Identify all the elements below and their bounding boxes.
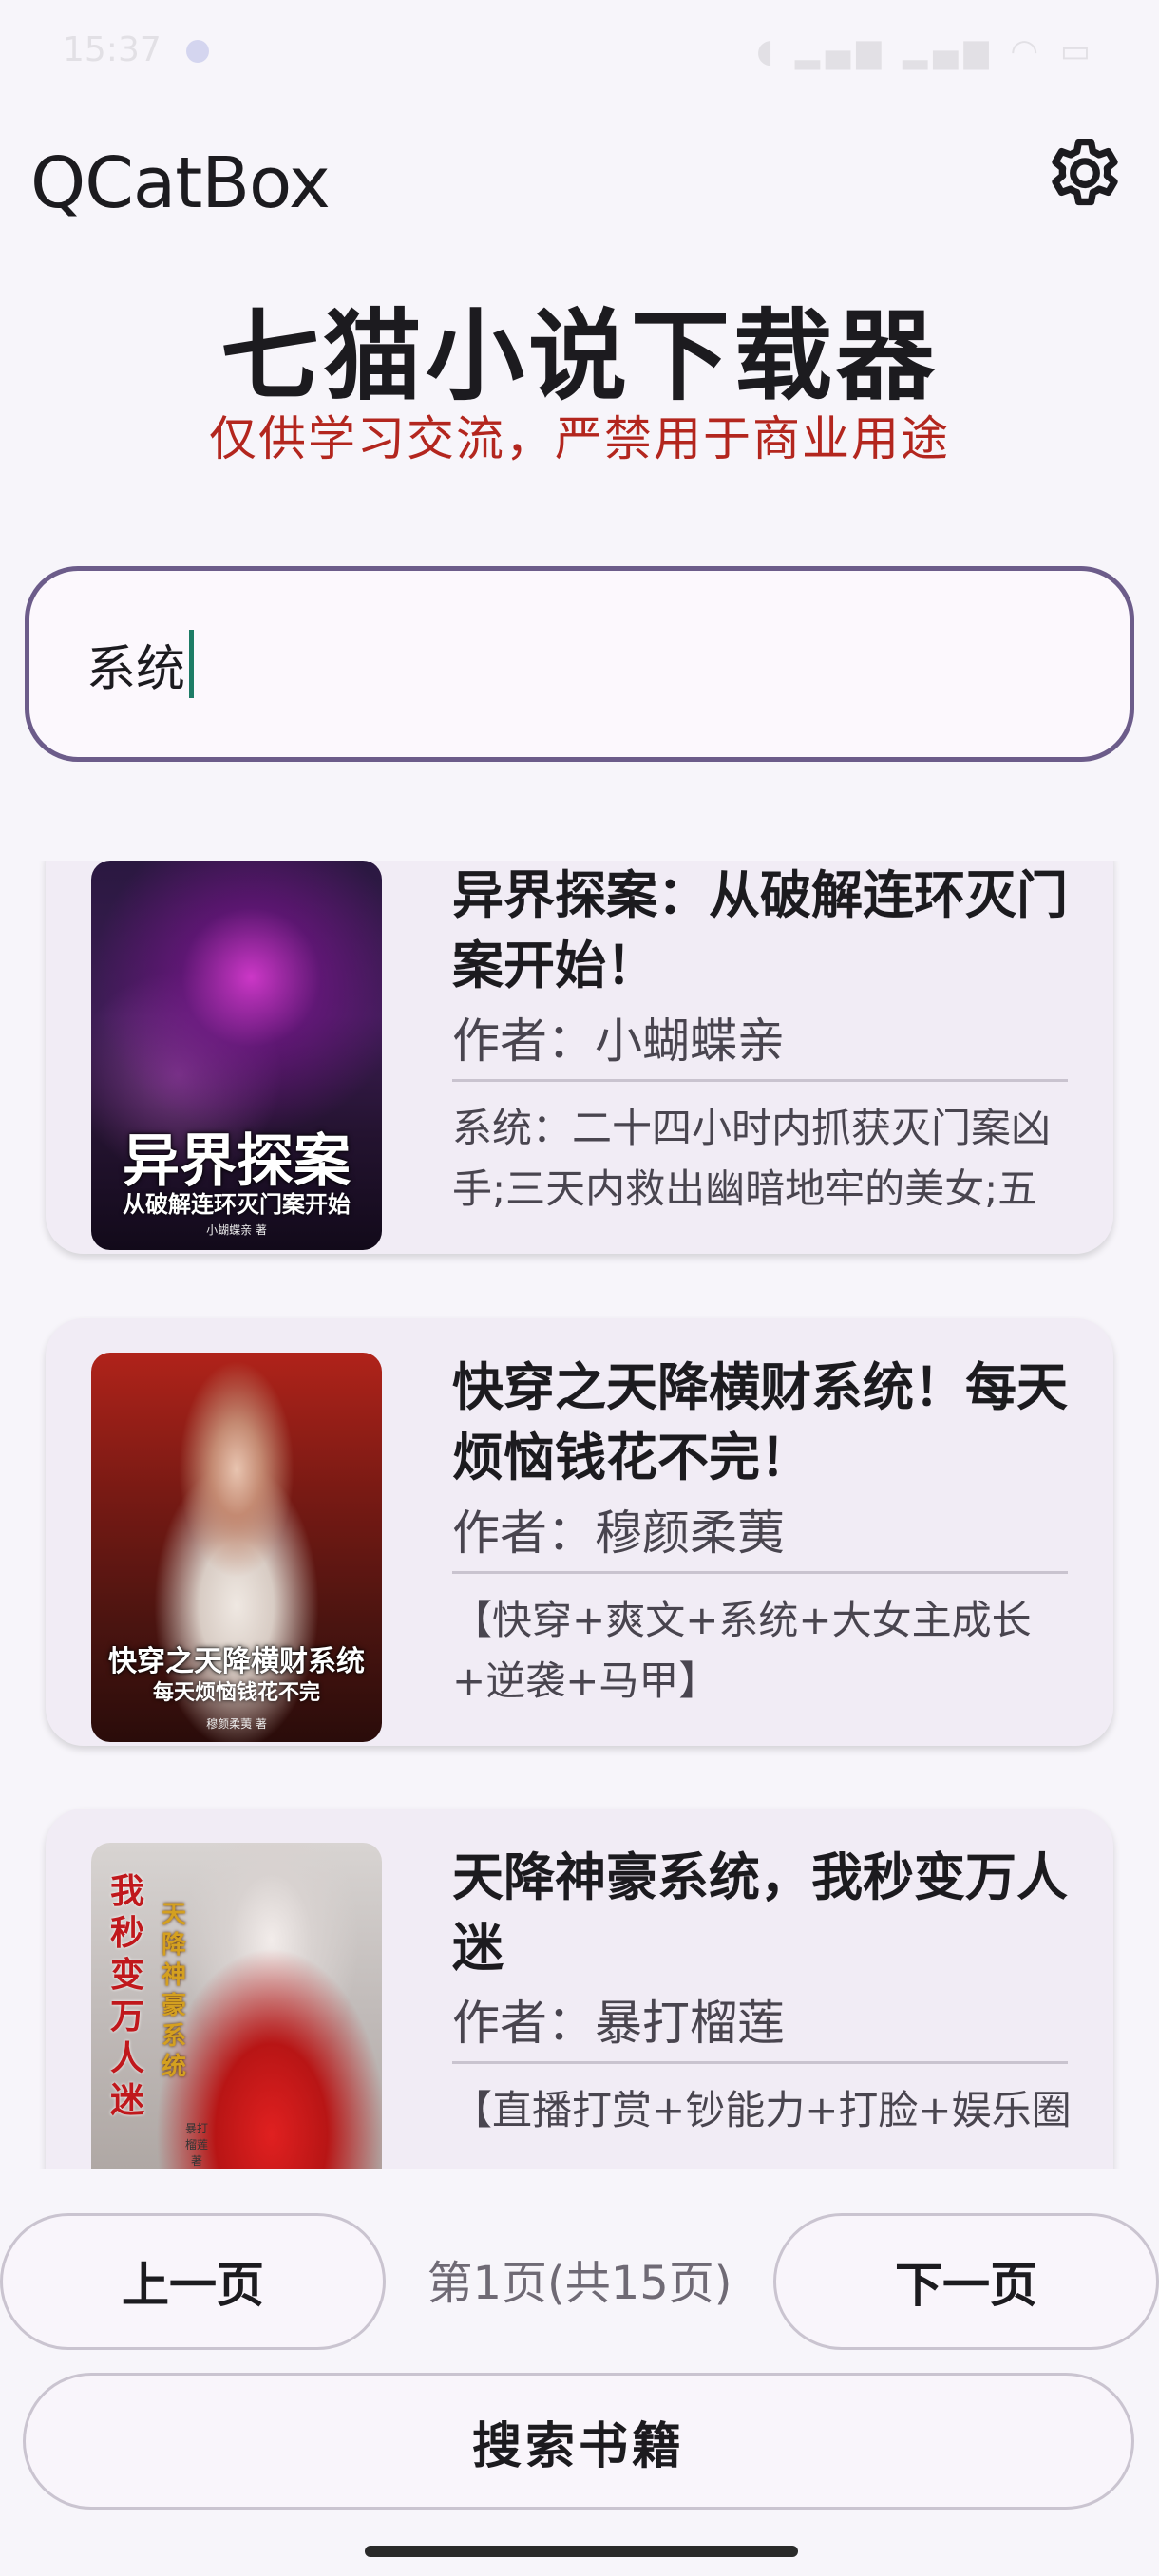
cover-author: 小蝴蝶亲 著 — [206, 1223, 267, 1237]
page-indicator: 第1页(共15页) — [427, 2257, 732, 2310]
cover-author: 暴打榴莲 著 — [184, 2122, 208, 2168]
search-input-value: 系统 — [86, 640, 186, 698]
book-title: 快穿之天降横财系统！每天烦恼钱花不完！ — [452, 1357, 1068, 1487]
book-card[interactable]: 快穿之天降横财系统 每天烦恼钱花不完 穆颜柔荑 著 快穿之天降横财系统！每天烦恼… — [46, 1318, 1113, 1746]
book-list[interactable]: 异界探案 从破解连环灭门案开始 小蝴蝶亲 著 异界探案：从破解连环灭门案开始！ … — [0, 861, 1159, 2169]
app-screen: 15:37 ◖ ▂▄▆ ▂▄▆ ◠ ▭ QCatBox 七猫小说下载器 仅供学习… — [0, 0, 1159, 2576]
book-author: 作者：小蝴蝶亲 — [452, 1013, 785, 1069]
search-books-button[interactable]: 搜索书籍 — [23, 2373, 1134, 2510]
book-cover: 异界探案 从破解连环灭门案开始 小蝴蝶亲 著 — [91, 861, 382, 1250]
book-description: 【直播打赏+钞能力+打脸+娱乐圈 — [452, 2087, 1072, 2133]
status-time: 15:37 — [63, 30, 162, 69]
cover-author: 穆颜柔荑 著 — [206, 1717, 267, 1731]
prev-page-button[interactable]: 上一页 — [0, 2213, 386, 2350]
search-input[interactable]: 系统 — [25, 566, 1134, 762]
divider — [452, 1079, 1068, 1082]
cover-subtitle: 每天烦恼钱花不完 — [152, 1681, 320, 1705]
cover-subtitle: 天降神豪系统 — [161, 1901, 186, 2081]
notification-icon — [186, 40, 209, 63]
book-card[interactable]: 我秒变万人迷 天降神豪系统 暴打榴莲 著 天降神豪系统，我秒变万人迷 作者：暴打… — [46, 1809, 1113, 2169]
book-cover: 快穿之天降横财系统 每天烦恼钱花不完 穆颜柔荑 著 — [91, 1353, 382, 1742]
book-author: 作者：穆颜柔荑 — [452, 1506, 785, 1561]
book-author: 作者：暴打榴莲 — [452, 1996, 785, 2051]
divider — [452, 1571, 1068, 1574]
page-title: 七猫小说下载器 — [219, 298, 939, 414]
cover-title: 快穿之天降横财系统 — [108, 1645, 365, 1678]
disclaimer-text: 仅供学习交流，严禁用于商业用途 — [209, 411, 950, 466]
status-icons: ◖ ▂▄▆ ▂▄▆ ◠ ▭ — [756, 32, 1096, 70]
book-cover: 我秒变万人迷 天降神豪系统 暴打榴莲 著 — [91, 1843, 382, 2169]
settings-button[interactable] — [1036, 127, 1134, 226]
text-caret — [189, 630, 195, 698]
book-card[interactable]: 异界探案 从破解连环灭门案开始 小蝴蝶亲 著 异界探案：从破解连环灭门案开始！ … — [46, 861, 1113, 1254]
home-indicator[interactable] — [365, 2546, 798, 2557]
book-description: 【快穿+爽文+系统+大女主成长+逆袭+马甲】 — [452, 1597, 1032, 1704]
gear-icon — [1052, 138, 1118, 206]
divider — [452, 2061, 1068, 2064]
cover-title: 我秒变万人迷 — [109, 1872, 144, 2120]
book-description: 系统：二十四小时内抓获灭门案凶手;三天内救出幽暗地牢的美女;五 — [452, 1105, 1052, 1212]
app-title: QCatBox — [30, 142, 331, 224]
book-title: 天降神豪系统，我秒变万人迷 — [452, 1847, 1068, 1978]
status-bar: 15:37 ◖ ▂▄▆ ▂▄▆ ◠ ▭ — [0, 0, 1159, 95]
next-page-button[interactable]: 下一页 — [773, 2213, 1159, 2350]
book-title: 异界探案：从破解连环灭门案开始！ — [452, 865, 1068, 995]
cover-subtitle: 从破解连环灭门案开始 — [123, 1191, 351, 1218]
